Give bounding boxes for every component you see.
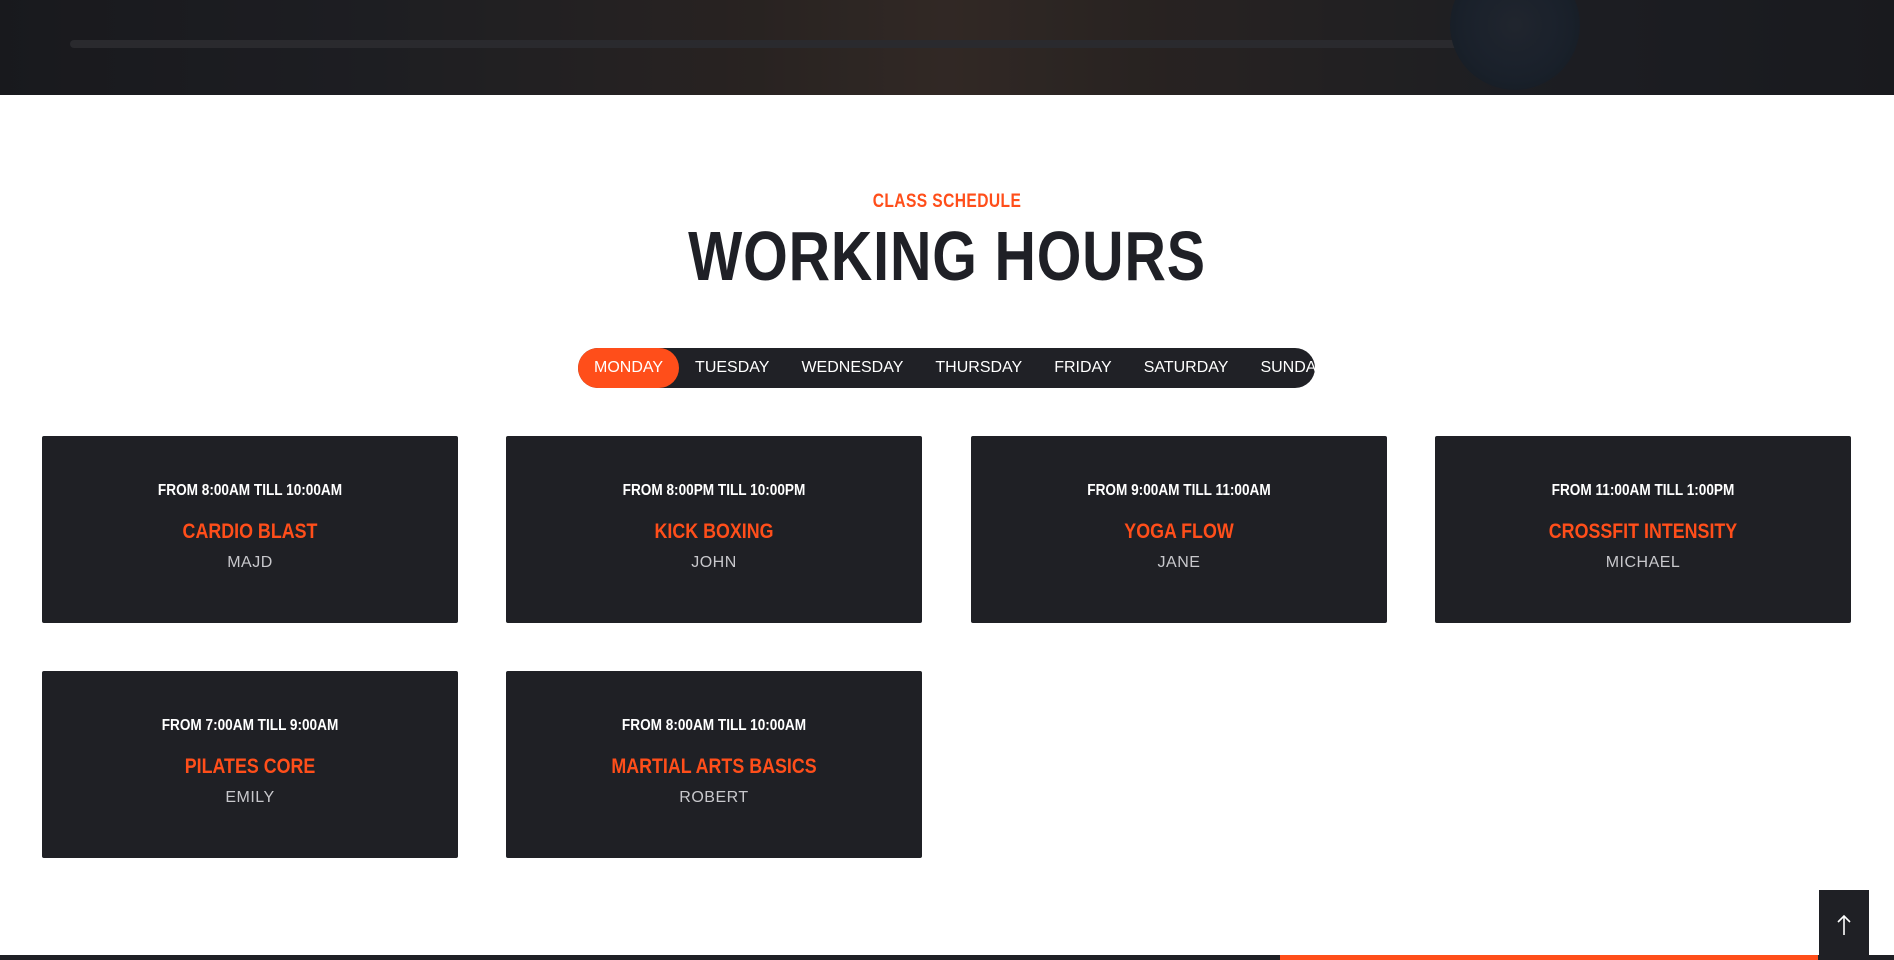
tab-friday[interactable]: FRIDAY: [1038, 348, 1127, 388]
class-card: FROM 7:00AM TILL 9:00AM PILATES CORE EMI…: [42, 671, 458, 858]
class-time: FROM 7:00AM TILL 9:00AM: [161, 717, 339, 734]
class-name: CARDIO BLAST: [182, 520, 318, 543]
class-name: CROSSFIT INTENSITY: [1548, 520, 1738, 543]
class-trainer: EMILY: [225, 789, 275, 806]
hero-banner-image: [0, 0, 1894, 95]
class-card: FROM 11:00AM TILL 1:00PM CROSSFIT INTENS…: [1435, 436, 1851, 623]
section-title: WORKING HOURS: [688, 217, 1206, 295]
arrow-up-icon: [1837, 914, 1851, 935]
tab-monday[interactable]: MONDAY: [578, 348, 680, 388]
class-time: FROM 8:00AM TILL 10:00AM: [621, 717, 807, 734]
tab-saturday[interactable]: SATURDAY: [1128, 348, 1245, 388]
tab-tuesday[interactable]: TUESDAY: [679, 348, 785, 388]
class-trainer: JANE: [1157, 554, 1201, 571]
day-tabs: MONDAY TUESDAY WEDNESDAY THURSDAY FRIDAY…: [578, 348, 1326, 388]
class-trainer: MICHAEL: [1605, 554, 1681, 571]
class-card: FROM 8:00AM TILL 10:00AM MARTIAL ARTS BA…: [506, 671, 922, 858]
scroll-progress-fill: [1280, 955, 1819, 960]
class-card: FROM 8:00PM TILL 10:00PM KICK BOXING JOH…: [506, 436, 922, 623]
class-schedule-section: CLASS SCHEDULE WORKING HOURS MONDAY TUES…: [0, 95, 1894, 960]
tab-thursday[interactable]: THURSDAY: [919, 348, 1038, 388]
class-time: FROM 8:00PM TILL 10:00PM: [622, 482, 806, 499]
class-name: KICK BOXING: [654, 520, 774, 543]
tab-wednesday[interactable]: WEDNESDAY: [785, 348, 919, 388]
tab-sunday[interactable]: SUNDAY: [1244, 348, 1342, 388]
section-subtitle: CLASS SCHEDULE: [872, 191, 1022, 212]
class-time: FROM 8:00AM TILL 10:00AM: [157, 482, 343, 499]
class-trainer: MAJD: [227, 554, 273, 571]
class-trainer: JOHN: [691, 554, 737, 571]
class-name: YOGA FLOW: [1124, 520, 1234, 543]
class-trainer: ROBERT: [679, 789, 749, 806]
class-name: MARTIAL ARTS BASICS: [611, 755, 817, 778]
class-card: FROM 9:00AM TILL 11:00AM YOGA FLOW JANE: [971, 436, 1387, 623]
scroll-to-top-button[interactable]: [1819, 890, 1869, 960]
class-time: FROM 9:00AM TILL 11:00AM: [1087, 482, 1271, 499]
scroll-progress-bar: [0, 955, 1894, 960]
class-card: FROM 8:00AM TILL 10:00AM CARDIO BLAST MA…: [42, 436, 458, 623]
class-time: FROM 11:00AM TILL 1:00PM: [1551, 482, 1735, 499]
class-name: PILATES CORE: [184, 755, 316, 778]
